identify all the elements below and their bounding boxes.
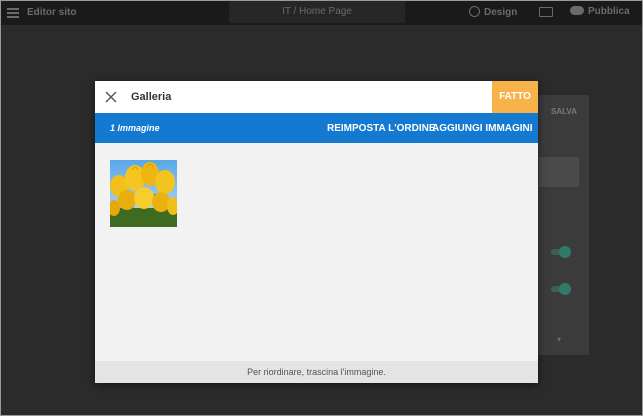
site-editor-title: Editor sito xyxy=(27,7,77,18)
gallery-image-thumbnail[interactable] xyxy=(110,160,177,227)
editor-window: Editor sito IT / Home Page Design Pubbli… xyxy=(0,0,643,416)
chevron-down-icon: ▾ xyxy=(557,335,562,344)
device-preview-icon[interactable] xyxy=(539,7,553,17)
image-count: 1 Immagine xyxy=(110,123,160,133)
add-images-button[interactable]: AGGIUNGI IMMAGINI xyxy=(432,123,533,134)
design-label: Design xyxy=(484,7,518,18)
design-button[interactable]: Design xyxy=(469,6,517,18)
reset-order-button[interactable]: REIMPOSTA L'ORDINE xyxy=(327,123,436,134)
editor-top-bar: Editor sito IT / Home Page Design Pubbli… xyxy=(1,1,642,25)
panel-toggle xyxy=(551,246,571,258)
gallery-modal: Galleria FATTO 1 Immagine REIMPOSTA L'OR… xyxy=(95,81,538,383)
hamburger-menu-icon[interactable] xyxy=(7,8,19,18)
modal-title: Galleria xyxy=(131,91,172,103)
done-button[interactable]: FATTO xyxy=(492,81,538,113)
palette-icon xyxy=(469,6,480,17)
page-selector-label: IT / Home Page xyxy=(282,6,352,17)
background-settings-panel: SALVA ▾ xyxy=(537,95,589,355)
modal-header: Galleria FATTO xyxy=(95,81,538,113)
publish-button[interactable]: Pubblica xyxy=(570,6,630,17)
gallery-toolbar: 1 Immagine REIMPOSTA L'ORDINE AGGIUNGI I… xyxy=(95,113,538,143)
gallery-grid xyxy=(95,143,538,359)
tulips-image xyxy=(110,160,177,227)
page-selector[interactable]: IT / Home Page xyxy=(229,1,405,23)
reorder-hint: Per riordinare, trascina l'immagine. xyxy=(95,361,538,383)
save-label: SALVA xyxy=(551,107,577,116)
publish-label: Pubblica xyxy=(588,6,630,17)
cloud-upload-icon xyxy=(570,6,584,15)
panel-field xyxy=(539,157,579,187)
close-icon[interactable] xyxy=(104,90,118,104)
panel-toggle xyxy=(551,283,571,295)
